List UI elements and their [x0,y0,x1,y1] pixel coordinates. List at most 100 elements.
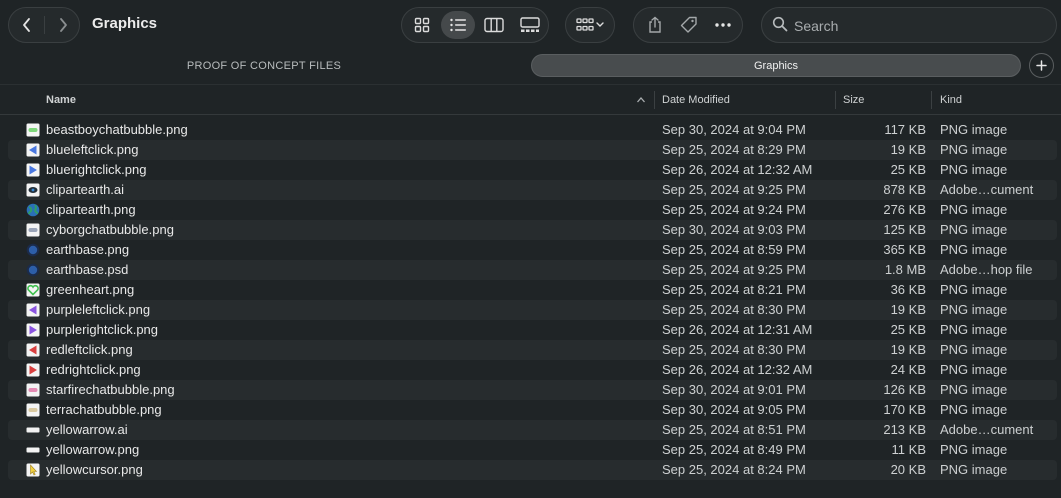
file-row[interactable]: yellowarrow.png Sep 25, 2024 at 8:49 PM 11… [0,440,1061,460]
file-row[interactable]: purplerightclick.png Sep 26, 2024 at 12:3… [0,320,1061,340]
search-input[interactable] [792,14,1046,38]
file-name: clipartearth.ai [46,182,125,197]
file-date-modified: Sep 26, 2024 at 12:32 AM [662,162,813,177]
navigation-group [8,7,80,43]
file-name: beastboychatbubble.png [46,122,188,137]
file-list: beastboychatbubble.png Sep 30, 2024 at 9:… [0,120,1061,480]
file-size: 24 KB [890,362,926,377]
file-date-modified: Sep 26, 2024 at 12:31 AM [662,322,813,337]
file-name: yellowcursor.png [46,462,143,477]
file-row[interactable]: greenheart.png Sep 25, 2024 at 8:21 PM 36 … [0,280,1061,300]
file-thumbnail-icon [26,427,40,433]
file-row[interactable]: cyborgchatbubble.png Sep 30, 2024 at 9:03… [0,220,1061,240]
file-name: cyborgchatbubble.png [46,222,174,237]
file-kind: PNG image [940,242,1008,257]
file-thumbnail-icon [26,143,40,157]
file-name: yellowarrow.ai [46,422,128,437]
file-row[interactable]: starfirechatbubble.png Sep 30, 2024 at 9:… [0,380,1061,400]
file-thumbnail-icon [26,263,40,277]
file-name: earthbase.psd [46,262,129,277]
file-row[interactable]: yellowarrow.ai Sep 25, 2024 at 8:51 PM 213… [0,420,1061,440]
column-header-size[interactable]: Size [843,90,864,110]
sort-ascending-icon [636,90,648,110]
file-name: purplerightclick.png [46,322,159,337]
file-date-modified: Sep 25, 2024 at 8:30 PM [662,342,806,357]
file-row[interactable]: yellowcursor.png Sep 25, 2024 at 8:24 PM 2… [0,460,1061,480]
file-kind: Adobe…cument [940,182,1034,197]
column-header-date-modified[interactable]: Date Modified [662,90,730,110]
file-row[interactable]: clipartearth.png Sep 25, 2024 at 9:24 PM 2… [0,200,1061,220]
file-kind: PNG image [940,342,1008,357]
file-date-modified: Sep 26, 2024 at 12:32 AM [662,362,813,377]
chevron-right-icon [60,18,67,32]
share-button[interactable] [638,8,672,42]
file-date-modified: Sep 30, 2024 at 9:05 PM [662,402,806,417]
file-thumbnail-icon [26,283,40,297]
file-size: 878 KB [883,182,926,197]
search-field[interactable] [761,7,1057,43]
share-icon [649,16,661,33]
file-date-modified: Sep 25, 2024 at 8:51 PM [662,422,806,437]
file-name: greenheart.png [46,282,135,297]
file-row[interactable]: purpleleftclick.png Sep 25, 2024 at 8:30 … [0,300,1061,320]
icon-view-button[interactable] [405,11,439,39]
column-header-name[interactable]: Name [46,90,76,110]
file-row[interactable]: clipartearth.ai Sep 25, 2024 at 9:25 PM 87… [0,180,1061,200]
file-kind: PNG image [940,322,1008,337]
file-row[interactable]: redrightclick.png Sep 26, 2024 at 12:32 A… [0,360,1061,380]
file-size: 19 KB [890,142,926,157]
file-name: terrachatbubble.png [46,402,162,417]
file-row[interactable]: earthbase.png Sep 25, 2024 at 8:59 PM 365 … [0,240,1061,260]
column-label: Date Modified [662,94,730,106]
view-mode-group [401,7,549,43]
forward-button[interactable] [45,8,81,42]
more-button[interactable] [706,8,740,42]
file-name: redleftclick.png [46,342,133,357]
file-size: 213 KB [883,422,926,437]
file-thumbnail-icon [26,323,40,337]
file-date-modified: Sep 30, 2024 at 9:03 PM [662,222,806,237]
file-date-modified: Sep 25, 2024 at 8:30 PM [662,302,806,317]
tag-icon [680,16,697,33]
list-view-button[interactable] [441,11,475,39]
file-kind: PNG image [940,142,1008,157]
file-kind: PNG image [940,122,1008,137]
file-thumbnail-icon [26,163,40,177]
file-date-modified: Sep 25, 2024 at 8:29 PM [662,142,806,157]
file-date-modified: Sep 25, 2024 at 9:24 PM [662,202,806,217]
file-name: clipartearth.png [46,202,136,217]
file-row[interactable]: bluerightclick.png Sep 26, 2024 at 12:32 … [0,160,1061,180]
toolbar: Graphics [0,0,1061,50]
tab-graphics[interactable]: Graphics [531,54,1021,77]
tag-button[interactable] [672,8,706,42]
file-row[interactable]: terrachatbubble.png Sep 30, 2024 at 9:05 … [0,400,1061,420]
file-date-modified: Sep 30, 2024 at 9:04 PM [662,122,806,137]
file-kind: PNG image [940,302,1008,317]
list-icon [450,18,466,32]
file-date-modified: Sep 25, 2024 at 8:49 PM [662,442,806,457]
new-tab-button[interactable] [1029,53,1054,78]
file-kind: PNG image [940,222,1008,237]
file-row[interactable]: blueleftclick.png Sep 25, 2024 at 8:29 PM… [0,140,1061,160]
plus-icon [1036,60,1047,71]
file-date-modified: Sep 25, 2024 at 8:21 PM [662,282,806,297]
gallery-view-button[interactable] [513,11,547,39]
file-row[interactable]: beastboychatbubble.png Sep 30, 2024 at 9:… [0,120,1061,140]
file-row[interactable]: redleftclick.png Sep 25, 2024 at 8:30 PM 1… [0,340,1061,360]
file-thumbnail-icon [26,183,40,197]
file-kind: PNG image [940,282,1008,297]
file-kind: PNG image [940,362,1008,377]
back-button[interactable] [9,8,45,42]
file-name: purpleleftclick.png [46,302,151,317]
tab-proof-of-concept-files[interactable]: PROOF OF CONCEPT FILES [8,54,520,77]
group-by-button[interactable] [565,7,615,43]
file-name: redrightclick.png [46,362,141,377]
column-view-button[interactable] [477,11,511,39]
file-thumbnail-icon [26,343,40,357]
file-row[interactable]: earthbase.psd Sep 25, 2024 at 9:25 PM 1.8 … [0,260,1061,280]
file-kind: PNG image [940,162,1008,177]
file-kind: PNG image [940,402,1008,417]
tab-label: PROOF OF CONCEPT FILES [186,59,342,72]
column-header-kind[interactable]: Kind [940,90,962,110]
file-size: 20 KB [890,462,926,477]
